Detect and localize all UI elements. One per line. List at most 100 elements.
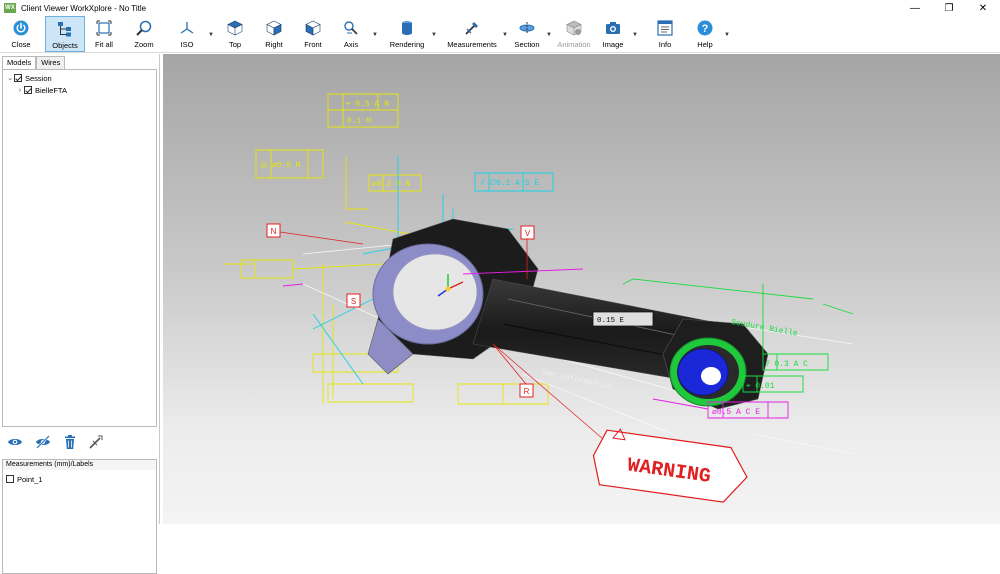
measurements-label: Measurements: [447, 40, 497, 49]
axis-tool-icon: [341, 18, 361, 38]
session-checkbox[interactable]: [14, 74, 22, 82]
model-tree: ⌄ Session › BielleFTA: [2, 69, 157, 427]
yellow-fcf-top-2: 0.1 M: [347, 117, 371, 126]
hide-eye-icon[interactable]: [35, 434, 51, 452]
rendering-label: Rendering: [389, 40, 425, 49]
svg-text:?: ?: [702, 23, 709, 35]
rendering-dropdown-icon[interactable]: ▼: [431, 32, 437, 38]
fit-all-button[interactable]: Fit all: [89, 16, 119, 52]
measurements-button[interactable]: Measurements: [444, 16, 500, 52]
measurements-dropdown-icon[interactable]: ▼: [502, 32, 508, 38]
scene-canvas[interactable]: ⌖ 0.5 A N 0.1 M ◎ ⌀0.5 N ⌀0.2 M N ⫽ ⌀0.1…: [163, 54, 1000, 524]
datum-label-v: V: [525, 229, 531, 238]
black-fcf: 0.15 E: [597, 317, 625, 325]
axis-dropdown-icon[interactable]: ▼: [372, 32, 378, 38]
section-dropdown-icon[interactable]: ▼: [546, 32, 552, 38]
fit-all-label: Fit all: [95, 40, 113, 49]
measurements-toolbar: [2, 432, 157, 454]
iso-button[interactable]: ISO: [172, 16, 202, 52]
tree-item-session[interactable]: ⌄ Session: [6, 72, 52, 84]
tab-wires[interactable]: Wires: [36, 56, 66, 69]
image-dropdown-icon[interactable]: ▼: [632, 32, 638, 38]
close-button[interactable]: Close: [4, 16, 38, 52]
white-note-info: See information: [540, 368, 613, 392]
chevron-right-icon[interactable]: ›: [16, 87, 24, 94]
cube-front-icon: [303, 18, 323, 38]
point-checkbox[interactable]: [6, 475, 14, 483]
objects-button-label: Objects: [52, 41, 78, 50]
right-view-label: Right: [265, 40, 283, 49]
front-view-label: Front: [304, 40, 322, 49]
front-view-button[interactable]: Front: [297, 16, 329, 52]
help-icon: ?: [695, 18, 715, 38]
right-view-button[interactable]: Right: [258, 16, 290, 52]
maximize-button[interactable]: ❐: [932, 0, 966, 16]
model-checkbox[interactable]: [24, 86, 32, 94]
help-button[interactable]: ? Help: [692, 16, 718, 52]
app-logo: WX: [4, 3, 16, 13]
chevron-down-icon[interactable]: ⌄: [6, 74, 14, 82]
animation-icon: [564, 18, 584, 38]
section-label: Section: [514, 40, 540, 49]
objects-button[interactable]: Objects: [45, 16, 85, 52]
warning-tag: WARNING: [592, 428, 748, 503]
help-label: Help: [697, 40, 713, 49]
yellow-fcf-left: ◎ ⌀0.5 N: [260, 161, 301, 170]
section-plane-icon: [517, 18, 537, 38]
measurements-list: Point_1: [2, 470, 157, 574]
trash-icon[interactable]: [63, 434, 77, 452]
show-eye-icon[interactable]: [7, 435, 23, 452]
section-button[interactable]: Section: [511, 16, 543, 52]
tree-icon: [55, 19, 75, 39]
datum-label-s: S: [351, 297, 356, 306]
window-controls: — ❐ ✕: [898, 0, 1000, 16]
3d-viewport[interactable]: ⌖ 0.5 A N 0.1 M ◎ ⌀0.5 N ⌀0.2 M N ⫽ ⌀0.1…: [163, 54, 1000, 524]
top-view-label: Top: [228, 40, 242, 49]
list-item[interactable]: Point_1: [6, 473, 42, 485]
zoom-button[interactable]: Zoom: [128, 16, 160, 52]
caliper-icon: [462, 18, 482, 38]
help-dropdown-icon[interactable]: ▼: [724, 32, 730, 38]
model-label: BielleFTA: [35, 85, 67, 95]
yellow-fcf-mid: ⌀0.2 M N: [372, 180, 411, 189]
axes-icon: [177, 18, 197, 38]
cylinder-icon: [397, 18, 417, 38]
iso-label: ISO: [180, 40, 194, 49]
yellow-fcf-top-1: ⌖ 0.5 A N: [346, 100, 389, 109]
close-button-label: Close: [11, 40, 31, 49]
info-button[interactable]: Info: [652, 16, 678, 52]
cube-right-icon: [264, 18, 284, 38]
left-panel: Models Wires ⌄ Session › BielleFTA Measu…: [0, 54, 160, 574]
session-label: Session: [25, 73, 52, 83]
title-bar: WX Client Viewer WorkXplore - No Title —…: [0, 0, 1000, 16]
cube-top-icon: [225, 18, 245, 38]
camera-icon: [603, 18, 623, 38]
minimize-button[interactable]: —: [898, 0, 932, 16]
top-view-button[interactable]: Top: [220, 16, 250, 52]
animation-label: Animation: [557, 40, 591, 49]
info-window-icon: [655, 18, 675, 38]
zoom-label: Zoom: [134, 40, 154, 49]
close-window-button[interactable]: ✕: [966, 0, 1000, 16]
magenta-fcf: ⌀0.5 A C E: [712, 408, 760, 417]
rendering-button[interactable]: Rendering: [385, 16, 429, 52]
datum-label-n: N: [271, 227, 277, 236]
power-icon: [11, 18, 31, 38]
animation-button[interactable]: Animation: [555, 16, 593, 52]
green-fcf-2: ⌖ 0.01: [746, 382, 775, 391]
measure-tool-icon[interactable]: [89, 435, 103, 452]
info-label: Info: [658, 40, 672, 49]
image-label: Image: [602, 40, 624, 49]
image-button[interactable]: Image: [598, 16, 628, 52]
iso-dropdown-icon[interactable]: ▼: [208, 32, 214, 38]
panel-tabs: Models Wires: [2, 56, 66, 69]
magnifier-icon: [134, 18, 154, 38]
cyan-fcf: ⫽ ⌀0.1 A S E: [480, 178, 539, 188]
tab-models[interactable]: Models: [2, 56, 37, 69]
datum-label-r: R: [524, 387, 530, 396]
tree-item-model[interactable]: › BielleFTA: [16, 84, 67, 96]
point-label: Point_1: [17, 474, 43, 484]
ribbon-toolbar: Close Objects Fit all Zoom ISO ▼ Top Rig…: [0, 16, 1000, 53]
window-title: Client Viewer WorkXplore - No Title: [21, 3, 147, 13]
axis-button[interactable]: Axis: [336, 16, 366, 52]
